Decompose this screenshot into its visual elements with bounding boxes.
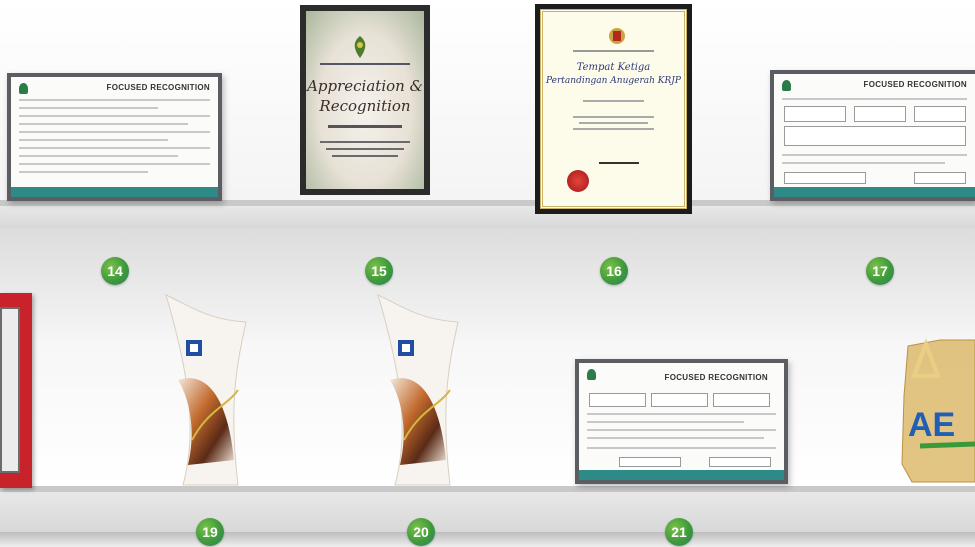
certificate-14: FOCUSED RECOGNITION [7,73,222,201]
certificate-16-line1: Tempat Ketiga [576,62,651,73]
item-number-14: 14 [101,257,129,285]
certificate-21-title: FOCUSED RECOGNITION [664,373,768,382]
item-number-19: 19 [196,518,224,546]
certificate-16: Tempat Ketiga Pertandingan Anugerah KRJP [535,4,692,214]
plaque-15-line1: Appreciation & [307,77,423,95]
company-logo-icon [19,83,28,94]
certificate-14-footer [11,187,218,197]
trophy-20 [377,294,459,486]
certificate-21-footer [579,470,784,480]
red-plaque-18 [0,293,32,488]
aeo-award-shape: AE [901,338,975,483]
item-number-17: 17 [866,257,894,285]
trophy-19 [165,294,247,486]
item-number-15: 15 [365,257,393,285]
certificate-17-footer [774,187,975,197]
company-logo-icon [782,80,791,91]
item-number-21: 21 [665,518,693,546]
certificate-14-title: FOCUSED RECOGNITION [106,83,210,92]
company-logo-icon [587,369,596,380]
emblem-icon [354,36,366,58]
seal-icon [567,170,589,192]
appreciation-plaque-15: Appreciation & Recognition [300,5,430,195]
plaque-15-line2: Recognition [319,97,411,115]
item-number-16: 16 [600,257,628,285]
certificate-21: FOCUSED RECOGNITION [575,359,788,484]
certificate-16-line2: Pertandingan Anugerah KRJP [546,76,681,86]
aeo-acrylic-award: AE [890,336,975,486]
certificate-17: FOCUSED RECOGNITION [770,70,975,201]
lower-wall [0,228,975,488]
aeo-award-text: AE [908,406,955,444]
certificate-17-title: FOCUSED RECOGNITION [863,80,967,89]
item-number-20: 20 [407,518,435,546]
coat-of-arms-icon [609,28,625,44]
